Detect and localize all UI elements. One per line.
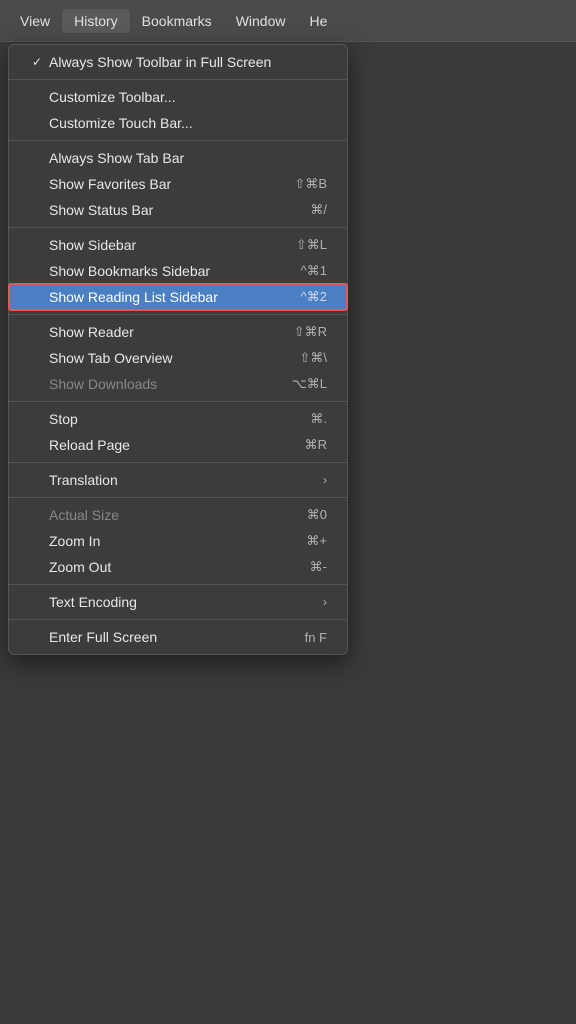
menu-item-show-sidebar[interactable]: Show Sidebar ⇧⌘L bbox=[9, 232, 347, 258]
menu-item-zoom-out[interactable]: Zoom Out ⌘- bbox=[9, 554, 347, 580]
menu-bar-view[interactable]: View bbox=[8, 9, 62, 33]
shortcut-show-favorites-bar: ⇧⌘B bbox=[294, 176, 327, 192]
label-show-bookmarks-sidebar: Show Bookmarks Sidebar bbox=[49, 263, 281, 279]
label-show-favorites-bar: Show Favorites Bar bbox=[49, 176, 274, 192]
menu-item-text-encoding[interactable]: Text Encoding › bbox=[9, 589, 347, 615]
menu-item-always-show-toolbar[interactable]: ✓ Always Show Toolbar in Full Screen bbox=[9, 49, 347, 75]
menu-bar-bookmarks[interactable]: Bookmarks bbox=[130, 9, 224, 33]
menu-item-show-bookmarks-sidebar[interactable]: Show Bookmarks Sidebar ^⌘1 bbox=[9, 258, 347, 284]
label-actual-size: Actual Size bbox=[49, 507, 287, 523]
label-show-reading-list-sidebar: Show Reading List Sidebar bbox=[49, 289, 281, 305]
shortcut-show-reading-list-sidebar: ^⌘2 bbox=[301, 289, 327, 305]
label-customize-toolbar: Customize Toolbar... bbox=[49, 89, 327, 105]
separator-4 bbox=[9, 140, 347, 141]
shortcut-show-reader: ⇧⌘R bbox=[294, 324, 327, 340]
menu-bar-window[interactable]: Window bbox=[224, 9, 298, 33]
label-always-show-toolbar: Always Show Toolbar in Full Screen bbox=[49, 54, 327, 70]
label-enter-full-screen: Enter Full Screen bbox=[49, 629, 285, 645]
label-show-status-bar: Show Status Bar bbox=[49, 202, 290, 218]
label-show-downloads: Show Downloads bbox=[49, 376, 272, 392]
menu-item-customize-touch-bar[interactable]: Customize Touch Bar... bbox=[9, 110, 347, 136]
menu-item-show-tab-overview[interactable]: Show Tab Overview ⇧⌘\ bbox=[9, 345, 347, 371]
menu-item-show-reading-list-sidebar[interactable]: Show Reading List Sidebar ^⌘2 bbox=[9, 284, 347, 310]
menu-item-enter-full-screen[interactable]: Enter Full Screen fn F bbox=[9, 624, 347, 650]
shortcut-show-downloads: ⌥⌘L bbox=[292, 376, 327, 392]
label-customize-touch-bar: Customize Touch Bar... bbox=[49, 115, 327, 131]
shortcut-stop: ⌘. bbox=[310, 411, 327, 427]
view-dropdown-menu: ✓ Always Show Toolbar in Full Screen Custo… bbox=[8, 44, 348, 655]
shortcut-show-tab-overview: ⇧⌘\ bbox=[299, 350, 327, 366]
shortcut-show-sidebar: ⇧⌘L bbox=[296, 237, 327, 253]
menu-item-translation[interactable]: Translation › bbox=[9, 467, 347, 493]
shortcut-reload-page: ⌘R bbox=[305, 437, 327, 453]
menu-item-reload-page[interactable]: Reload Page ⌘R bbox=[9, 432, 347, 458]
menu-item-show-reader[interactable]: Show Reader ⇧⌘R bbox=[9, 319, 347, 345]
label-reload-page: Reload Page bbox=[49, 437, 285, 453]
label-zoom-out: Zoom Out bbox=[49, 559, 290, 575]
menu-item-stop[interactable]: Stop ⌘. bbox=[9, 406, 347, 432]
menu-item-always-show-tab-bar[interactable]: Always Show Tab Bar bbox=[9, 145, 347, 171]
menu-item-zoom-in[interactable]: Zoom In ⌘+ bbox=[9, 528, 347, 554]
menu-bar: View History Bookmarks Window He bbox=[0, 0, 576, 42]
label-zoom-in: Zoom In bbox=[49, 533, 286, 549]
separator-19 bbox=[9, 462, 347, 463]
separator-16 bbox=[9, 401, 347, 402]
menu-bar-history[interactable]: History bbox=[62, 9, 130, 33]
shortcut-actual-size: ⌘0 bbox=[307, 507, 327, 523]
shortcut-zoom-in: ⌘+ bbox=[306, 533, 327, 549]
arrow-translation: › bbox=[323, 473, 327, 487]
label-show-reader: Show Reader bbox=[49, 324, 274, 340]
menu-item-show-favorites-bar[interactable]: Show Favorites Bar ⇧⌘B bbox=[9, 171, 347, 197]
menu-item-customize-toolbar[interactable]: Customize Toolbar... bbox=[9, 84, 347, 110]
menu-item-show-downloads[interactable]: Show Downloads ⌥⌘L bbox=[9, 371, 347, 397]
separator-21 bbox=[9, 497, 347, 498]
label-translation: Translation bbox=[49, 472, 315, 488]
label-show-sidebar: Show Sidebar bbox=[49, 237, 276, 253]
separator-8 bbox=[9, 227, 347, 228]
separator-12 bbox=[9, 314, 347, 315]
label-text-encoding: Text Encoding bbox=[49, 594, 315, 610]
checkmark-always-show-toolbar: ✓ bbox=[29, 55, 45, 69]
separator-25 bbox=[9, 584, 347, 585]
label-show-tab-overview: Show Tab Overview bbox=[49, 350, 279, 366]
arrow-text-encoding: › bbox=[323, 595, 327, 609]
menu-item-actual-size[interactable]: Actual Size ⌘0 bbox=[9, 502, 347, 528]
separator-27 bbox=[9, 619, 347, 620]
shortcut-show-status-bar: ⌘/ bbox=[310, 202, 327, 218]
label-stop: Stop bbox=[49, 411, 290, 427]
shortcut-zoom-out: ⌘- bbox=[310, 559, 327, 575]
menu-bar-help[interactable]: He bbox=[297, 9, 339, 33]
shortcut-enter-full-screen: fn F bbox=[305, 630, 327, 645]
separator-1 bbox=[9, 79, 347, 80]
menu-item-show-status-bar[interactable]: Show Status Bar ⌘/ bbox=[9, 197, 347, 223]
shortcut-show-bookmarks-sidebar: ^⌘1 bbox=[301, 263, 327, 279]
label-always-show-tab-bar: Always Show Tab Bar bbox=[49, 150, 327, 166]
